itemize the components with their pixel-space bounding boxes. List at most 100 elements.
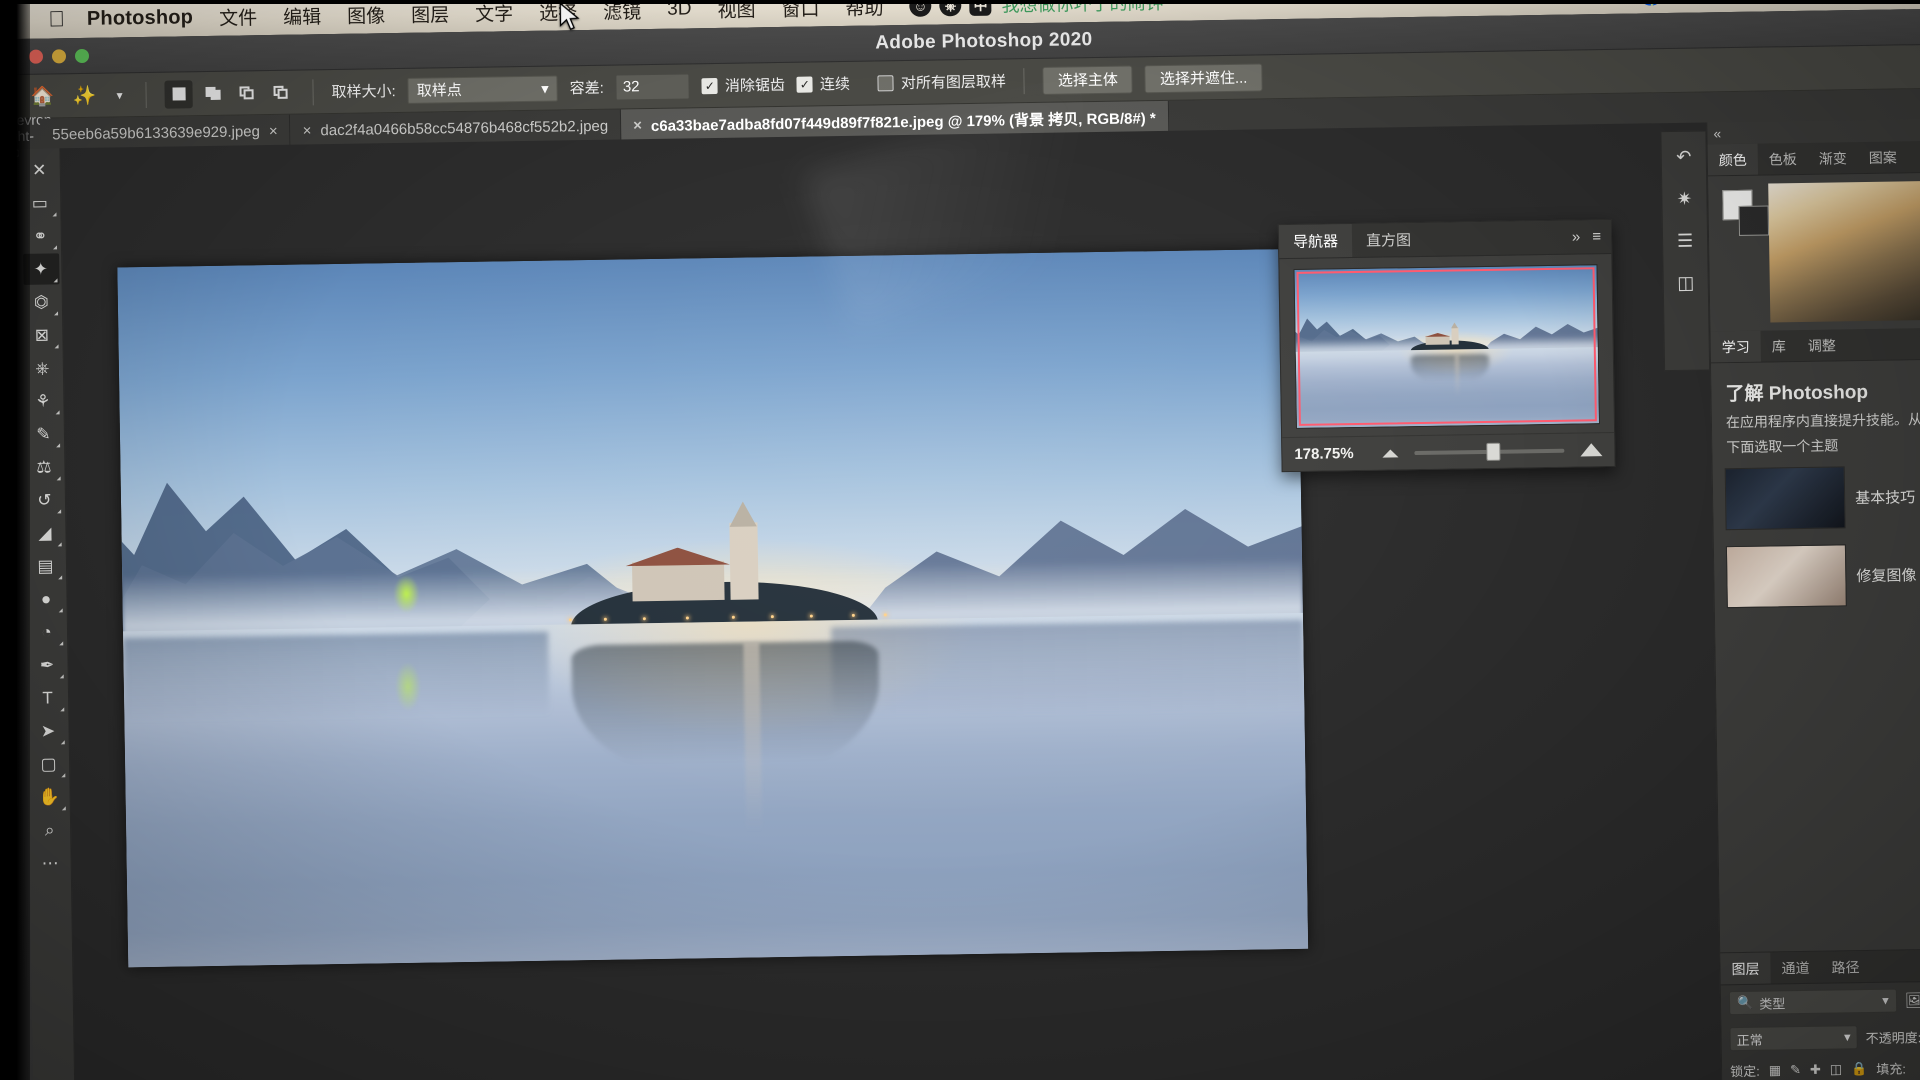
panel-menu-icon[interactable]: ≡ [1592,228,1601,245]
color-panel-tabs: 颜色 色板 渐变 图案 [1707,140,1920,177]
intersect-with-selection-button[interactable] [266,78,294,106]
zoom-out-small-triangle-icon[interactable] [1382,448,1399,458]
tab-layers[interactable]: 图层 [1720,952,1771,985]
tab-swatches[interactable]: 色板 [1758,143,1808,175]
lock-image-pixels-icon[interactable]: ✎ [1790,1062,1801,1078]
document-canvas[interactable] [117,248,1309,968]
menu-item-edit[interactable]: 编辑 [283,2,321,30]
brush-settings-icon[interactable]: ✷ [1667,182,1702,217]
navigator-panel-controls: » ≡ [1572,220,1612,254]
photo-church-roof [625,547,730,566]
tool-clone-stamp-tool[interactable]: ⚖ [26,451,62,483]
navigator-panel[interactable]: 导航器 直方图 » ≡ 178.75% [1277,218,1616,473]
add-to-selection-button[interactable] [198,79,226,107]
tool-type-tool[interactable]: T [29,682,65,714]
history-icon[interactable]: ↶ [1667,140,1702,175]
select-and-mask-button[interactable]: 选择并遮住... [1144,62,1263,93]
sample-size-select[interactable]: 取样点 ▾ [407,74,558,104]
tool-spot-healing-brush-tool[interactable]: ⚘ [25,385,61,417]
select-subject-button[interactable]: 选择主体 [1042,64,1134,95]
navigator-zoom-slider[interactable] [1414,442,1565,461]
tool-gradient-tool[interactable]: ▤ [27,550,63,582]
image-filter-icon[interactable]: 🖼 [1905,991,1920,1009]
lock-artboard-icon[interactable]: ◫ [1830,1061,1843,1077]
tolerance-label: 容差: [569,79,605,98]
tool-pen-tool[interactable]: ✒ [29,649,65,681]
dock-collapse-button[interactable]: « [1707,119,1920,145]
close-icon[interactable]: × [269,123,278,140]
home-icon[interactable]: 🏠 [27,81,57,111]
learn-card-2[interactable]: 修复图像 [1714,535,1920,617]
slider-knob[interactable] [1486,442,1501,461]
photo-top-bezel [0,0,1920,4]
close-icon[interactable]: × [633,117,642,134]
tool-path-selection-tool[interactable]: ➤ [30,715,66,747]
expand-icon[interactable]: » [1572,228,1581,245]
blend-mode-row: 正常 ▾ 不透明度: [1721,1017,1920,1057]
tool-rectangle-tool[interactable]: ▢ [30,748,66,780]
tab-libraries[interactable]: 库 [1761,330,1797,362]
learn-sub-line-2: 下面选取一个主题 [1726,437,1839,456]
learn-sub-line-1: 在应用程序内直接提升技能。从 [1725,411,1920,431]
tab-paths[interactable]: 路径 [1820,951,1870,983]
tab-channels[interactable]: 通道 [1770,952,1820,984]
tool-brush-tool[interactable]: ✎ [25,418,61,450]
magic-wand-icon[interactable]: ✨ [69,80,99,110]
tab-adjustments[interactable]: 调整 [1797,329,1847,361]
color-swatches [1708,175,1770,331]
tool-more-tools[interactable]: ⋯ [32,847,68,879]
close-icon[interactable]: × [303,122,312,139]
learn-thumbnail [1725,544,1847,609]
navigator-body [1279,254,1614,439]
color-panel[interactable] [1708,172,1920,332]
tool-blur-tool[interactable]: ● [28,583,64,615]
learn-panel: 了解 Photoshop 在应用程序内直接提升技能。从 下面选取一个主题 基本技… [1711,359,1920,953]
tool-history-brush-tool[interactable]: ↺ [26,484,62,516]
photo-left-bezel [0,0,30,1080]
photo-church-tower [729,522,759,600]
selection-mode-group [164,78,294,109]
lock-position-icon[interactable]: ✚ [1810,1061,1821,1077]
color-ramp[interactable] [1768,180,1920,323]
contiguous-checkbox[interactable]: ✓ 连续 [796,73,850,95]
photo-reflection-spire [742,642,763,853]
navigator-zoom-value[interactable]: 178.75% [1294,445,1372,463]
menu-item-image[interactable]: 图像 [347,1,385,29]
tab-navigator[interactable]: 导航器 [1278,224,1353,259]
tab-color[interactable]: 颜色 [1707,143,1759,176]
tab-learn[interactable]: 学习 [1710,330,1761,363]
sample-size-value: 取样点 [416,81,462,100]
learn-card-1[interactable]: 基本技巧 [1713,457,1920,539]
lock-transparent-pixels-icon[interactable]: ▦ [1769,1062,1782,1078]
navigator-thumbnail[interactable] [1293,264,1600,429]
tool-hand-tool[interactable]: ✋ [31,781,67,813]
background-color-swatch[interactable] [1738,205,1770,236]
new-selection-button[interactable] [164,79,193,109]
lock-all-icon[interactable]: 🔒 [1851,1061,1867,1077]
tab-histogram[interactable]: 直方图 [1352,223,1426,257]
learn-card-caption: 基本技巧 [1855,488,1916,507]
tool-zoom-tool[interactable]: ⌕ [31,814,67,846]
layers-panel-tabs: 图层 通道 路径 [1720,949,1920,986]
zoom-in-large-triangle-icon[interactable] [1580,443,1603,457]
search-icon: 🔍 [1736,994,1754,1011]
menubar-app-name[interactable]: Photoshop [87,6,194,31]
learn-panel-tabs: 学习 库 调整 [1710,327,1920,364]
chevron-down-icon[interactable]: ▾ [111,80,127,110]
tab-patterns[interactable]: 图案 [1858,141,1908,173]
subtract-from-selection-button[interactable] [232,79,260,107]
layer-filter-select[interactable]: 🔍 类型 ▾ [1728,988,1897,1016]
libraries-icon[interactable]: ◫ [1668,266,1703,301]
tool-dodge-tool[interactable]: ◔ [28,616,64,648]
tab-gradients[interactable]: 渐变 [1808,142,1858,174]
tolerance-input[interactable]: 32 [615,72,691,101]
antialias-checkbox[interactable]: ✓ 消除锯齿 [701,74,785,96]
sample-all-layers-label: 对所有图层取样 [900,73,1007,93]
blend-mode-select[interactable]: 正常 ▾ [1729,1025,1858,1052]
adjustments-icon[interactable]: ☰ [1668,224,1703,259]
sample-all-layers-checkbox[interactable]: 对所有图层取样 [877,70,1007,93]
tool-eraser-tool[interactable]: ◢ [27,517,63,549]
menu-item-layer[interactable]: 图层 [411,0,449,27]
apple-logo-icon[interactable]:  [48,6,65,31]
menu-item-file[interactable]: 文件 [219,3,257,31]
